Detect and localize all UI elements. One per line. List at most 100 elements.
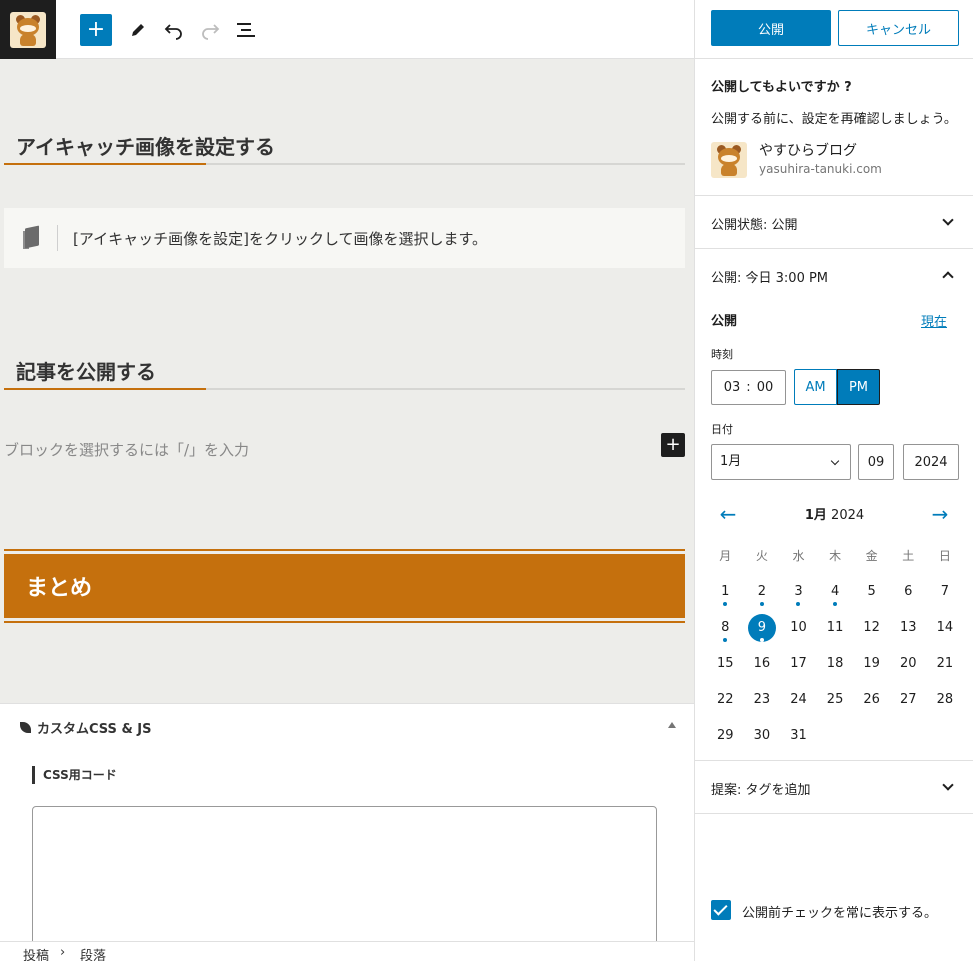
calendar-day[interactable]: 26: [853, 682, 890, 718]
minute-field[interactable]: 00: [757, 380, 774, 395]
next-month-arrow-icon[interactable]: →: [928, 502, 952, 526]
add-block-button[interactable]: +: [80, 14, 112, 46]
calendar-day[interactable]: 4: [817, 574, 854, 610]
css-code-textarea[interactable]: [32, 806, 657, 946]
hour-field[interactable]: 03: [724, 380, 741, 395]
calendar-day[interactable]: 18: [817, 646, 854, 682]
month-select[interactable]: 1月: [711, 444, 851, 480]
date-label: 日付: [711, 423, 733, 436]
calendar-day[interactable]: 10: [780, 610, 817, 646]
heading-block[interactable]: アイキャッチ画像を設定する: [4, 131, 685, 165]
always-show-label: 公開前チェックを常に表示する。: [742, 906, 938, 921]
publish-heading: 公開: [711, 314, 738, 329]
calendar-day[interactable]: 19: [853, 646, 890, 682]
calendar-day[interactable]: 31: [780, 718, 817, 754]
calendar-day[interactable]: 12: [853, 610, 890, 646]
always-show-checkbox[interactable]: [711, 900, 731, 920]
schedule-toggle[interactable]: 公開: 今日 3:00 PM: [711, 267, 828, 286]
calendar-day[interactable]: 1: [707, 574, 744, 610]
calendar-day[interactable]: 27: [890, 682, 927, 718]
summary-heading-text[interactable]: まとめ: [4, 554, 685, 618]
calendar-day[interactable]: 17: [780, 646, 817, 682]
am-button[interactable]: AM: [794, 369, 837, 405]
site-logo-button[interactable]: [0, 0, 56, 59]
tags-suggestion-row[interactable]: 提案: タグを追加: [695, 760, 973, 813]
css-code-label: CSS用コード: [32, 766, 117, 784]
heading-block[interactable]: 記事を公開する: [4, 356, 685, 390]
note-text[interactable]: [アイキャッチ画像を設定]をクリックして画像を選択します。: [73, 228, 487, 249]
chevron-down-icon: [942, 779, 954, 791]
list-view-button[interactable]: [230, 14, 262, 46]
heading-text[interactable]: アイキャッチ画像を設定する: [4, 131, 685, 160]
calendar-day-selected[interactable]: 9: [744, 610, 781, 646]
site-icon: [711, 142, 747, 178]
calendar-day[interactable]: 5: [853, 574, 890, 610]
site-card: やすひらブログ yasuhira-tanuki.com: [711, 142, 882, 178]
calendar-day[interactable]: 29: [707, 718, 744, 754]
calendar-day[interactable]: 24: [780, 682, 817, 718]
tools-button[interactable]: [122, 14, 154, 46]
site-logo-icon: [10, 11, 46, 48]
publish-button[interactable]: 公開: [711, 10, 831, 46]
calendar-day[interactable]: 15: [707, 646, 744, 682]
visibility-label: 公開状態: 公開: [711, 218, 798, 233]
pm-button[interactable]: PM: [837, 369, 880, 405]
weekday-header: 月 火 水 木 金 土 日: [719, 549, 951, 563]
visibility-row[interactable]: 公開状態: 公開: [695, 195, 973, 248]
calendar-day[interactable]: 21: [927, 646, 964, 682]
am-pm-toggle: AM PM: [794, 369, 880, 405]
summary-heading-block[interactable]: まとめ: [4, 549, 685, 623]
pen-icon: [132, 24, 144, 36]
now-link[interactable]: 現在: [921, 311, 947, 330]
calendar-day[interactable]: 14: [927, 610, 964, 646]
calendar-day[interactable]: 25: [817, 682, 854, 718]
tags-suggestion-label: 提案: タグを追加: [711, 783, 811, 798]
chevron-down-icon: [942, 214, 954, 226]
calendar-day[interactable]: 22: [707, 682, 744, 718]
calendar-day[interactable]: 28: [927, 682, 964, 718]
plus-icon: +: [86, 17, 106, 42]
redo-icon: [202, 24, 220, 40]
editor-canvas: アイキャッチ画像を設定する [アイキャッチ画像を設定]をクリックして画像を選択し…: [0, 59, 694, 703]
paragraph-placeholder[interactable]: ブロックを選択するには「/」を入力: [4, 439, 249, 460]
undo-icon: [164, 24, 182, 40]
breadcrumb-paragraph[interactable]: 段落: [80, 945, 106, 961]
heading-text[interactable]: 記事を公開する: [4, 356, 685, 385]
calendar-day[interactable]: 11: [817, 610, 854, 646]
pre-publish-panel: 公開 キャンセル 公開してもよいですか ? 公開する前に、設定を再確認しましょう…: [694, 0, 973, 961]
calendar-day[interactable]: 7: [927, 574, 964, 610]
calendar-day[interactable]: 6: [890, 574, 927, 610]
heading-accent-line: [4, 388, 206, 390]
site-name: やすひらブログ: [759, 143, 857, 159]
calendar-day[interactable]: 30: [744, 718, 781, 754]
note-block[interactable]: [アイキャッチ画像を設定]をクリックして画像を選択します。: [4, 208, 685, 268]
inline-add-block-button[interactable]: +: [661, 433, 685, 457]
custom-css-js-toggle[interactable]: カスタムCSS & JS: [20, 718, 152, 737]
heading-accent-line: [4, 163, 206, 165]
book-icon: [23, 225, 41, 249]
collapse-caret-icon[interactable]: [668, 722, 676, 728]
prepublish-question: 公開してもよいですか ?: [711, 80, 852, 95]
calendar-day[interactable]: 16: [744, 646, 781, 682]
breadcrumb-post[interactable]: 投稿: [23, 945, 49, 961]
calendar-day[interactable]: 2: [744, 574, 781, 610]
prepublish-description: 公開する前に、設定を再確認しましょう。: [711, 112, 957, 127]
time-input[interactable]: 03 : 00: [711, 370, 786, 405]
calendar-day[interactable]: 20: [890, 646, 927, 682]
cancel-button[interactable]: キャンセル: [838, 10, 959, 46]
chevron-down-icon: [830, 456, 840, 466]
day-input[interactable]: 09: [858, 444, 894, 480]
calendar-day[interactable]: 8: [707, 610, 744, 646]
calendar-day[interactable]: 23: [744, 682, 781, 718]
redo-button[interactable]: [194, 14, 226, 46]
calendar-day[interactable]: 3: [780, 574, 817, 610]
chevron-up-icon[interactable]: [942, 271, 954, 283]
year-input[interactable]: 2024: [903, 444, 959, 480]
editor-toolbar: +: [0, 0, 694, 59]
list-view-icon: [237, 23, 255, 37]
time-label: 時刻: [711, 348, 733, 361]
leaf-icon: [20, 722, 31, 733]
calendar-day[interactable]: 13: [890, 610, 927, 646]
custom-css-js-panel: カスタムCSS & JS CSS用コード: [0, 703, 694, 946]
undo-button[interactable]: [158, 14, 190, 46]
